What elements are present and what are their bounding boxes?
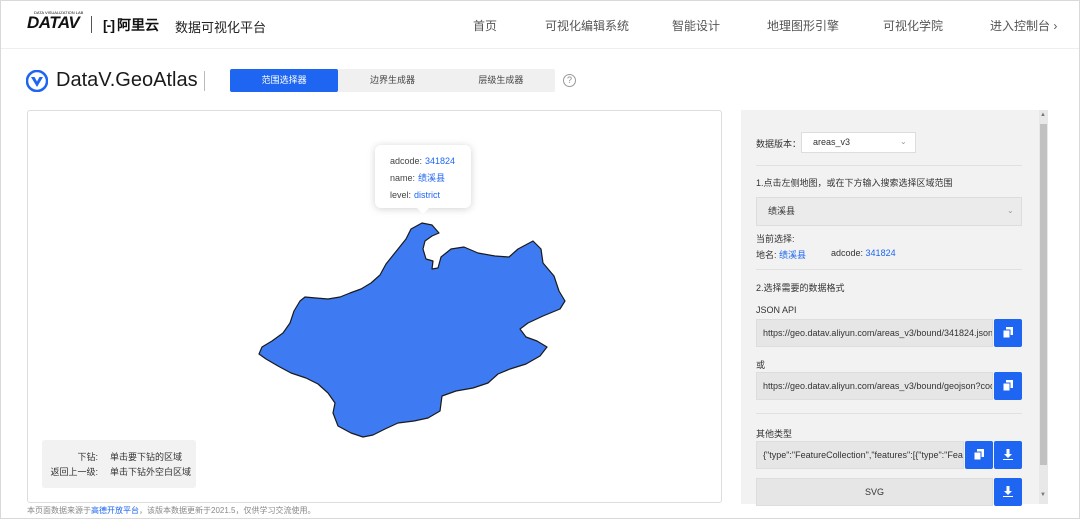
geojson-url-field[interactable]: https://geo.datav.aliyun.com/areas_v3/bo… <box>756 372 993 400</box>
page-frame: DATA VISUALIZATION LAB DATAV [-] 阿里云 数据可视… <box>0 0 1080 519</box>
logo-divider <box>91 16 92 33</box>
download-icon <box>1003 449 1013 460</box>
download-svg-button[interactable] <box>994 478 1022 506</box>
other-types-label: 其他类型 <box>756 429 793 439</box>
region-select-value: 绩溪县 <box>768 206 796 216</box>
version-select[interactable]: areas_v3 <box>801 132 916 153</box>
top-navbar: DATA VISUALIZATION LAB DATAV [-] 阿里云 数据可视… <box>1 1 1079 49</box>
scroll-down-icon[interactable]: ▼ <box>1040 492 1046 498</box>
copy-icon <box>1003 327 1013 338</box>
tooltip-name-key: name: <box>390 173 416 183</box>
copy-icon <box>1003 380 1013 391</box>
scroll-up-icon[interactable]: ▲ <box>1040 112 1046 118</box>
hint-drill-key: 下钻: <box>77 452 98 462</box>
tab-boundary-generator[interactable]: 边界生成器 <box>338 69 446 92</box>
version-label: 数据版本： <box>756 139 802 149</box>
map-panel[interactable]: adcode: 341824 name: 绩溪县 level: district 下钻… <box>27 110 722 503</box>
map-hint-box: 下钻: 单击要下钻的区域 返回上一级: 单击下钻外空白区域 <box>42 440 196 488</box>
panel-divider <box>756 165 1022 166</box>
hint-back-key: 返回上一级: <box>50 467 98 477</box>
region-jixi-county[interactable] <box>258 222 566 438</box>
footnote-suffix: ，该版本数据更新于2021.5，仅供学习交流使用。 <box>139 506 316 515</box>
copy-icon <box>974 449 984 460</box>
nav-smart-design[interactable]: 智能设计 <box>672 17 720 34</box>
copy-url-button[interactable] <box>994 319 1022 347</box>
version-select-value: areas_v3 <box>813 137 851 147</box>
copy-geojson-button[interactable] <box>965 441 993 469</box>
tool-tabs: 范围选择器 边界生成器 层级生成器 <box>230 69 555 92</box>
tooltip-adcode-value: 341824 <box>425 156 456 166</box>
footnote-prefix: 本页面数据来源于 <box>27 506 91 515</box>
brand-divider <box>204 71 205 91</box>
product-title: DataV.GeoAtlas <box>56 69 198 91</box>
data-source-note: 本页面数据来源于高德开放平台，该版本数据更新于2021.5，仅供学习交流使用。 <box>27 505 315 516</box>
tooltip-name-value: 绩溪县 <box>418 173 446 183</box>
scrollbar-thumb[interactable] <box>1040 124 1047 465</box>
tab-hierarchy-generator[interactable]: 层级生成器 <box>447 69 555 92</box>
panel-divider <box>756 269 1022 270</box>
download-geojson-button[interactable] <box>994 441 1022 469</box>
json-api-label: JSON API <box>756 305 797 315</box>
place-key: 地名: <box>756 250 777 260</box>
amap-link[interactable]: 高德开放平台 <box>91 506 139 515</box>
download-icon <box>1003 486 1013 497</box>
adcode-key: adcode: <box>831 248 864 258</box>
tooltip-level-value: district <box>414 190 441 200</box>
nav-academy[interactable]: 可视化学院 <box>883 17 943 34</box>
region-tooltip: adcode: 341824 name: 绩溪县 level: district <box>375 145 471 214</box>
nav-editor[interactable]: 可视化编辑系统 <box>545 17 629 34</box>
hint-drill-value: 单击要下钻的区域 <box>110 452 183 462</box>
adcode-value: 341824 <box>865 248 896 258</box>
geojson-preview-field[interactable]: {"type":"FeatureCollection","features":[… <box>756 441 964 469</box>
current-selection-label: 当前选择: <box>756 234 795 244</box>
step1-instruction: 1.点击左侧地图，或在下方输入搜索选择区域范围 <box>756 178 953 188</box>
tab-range-selector[interactable]: 范围选择器 <box>230 69 339 92</box>
tooltip-adcode-key: adcode: <box>390 156 423 166</box>
panel-divider <box>756 413 1022 414</box>
current-place: 地名: 绩溪县 <box>756 248 806 261</box>
geoatlas-logo-icon <box>26 70 48 92</box>
aliyun-logo[interactable]: [-] 阿里云 <box>103 15 159 35</box>
nav-console[interactable]: 进入控制台 › <box>990 17 1057 34</box>
step2-instruction: 2.选择需要的数据格式 <box>756 283 845 293</box>
json-api-url-field[interactable]: https://geo.datav.aliyun.com/areas_v3/bo… <box>756 319 993 347</box>
place-value: 绩溪县 <box>779 250 807 260</box>
chevron-down-icon: ⌄ <box>1007 206 1014 215</box>
copy-geojson-url-button[interactable] <box>994 372 1022 400</box>
current-adcode: adcode: 341824 <box>831 248 896 258</box>
help-icon[interactable]: ? <box>563 74 576 87</box>
tooltip-level-key: level: <box>390 190 412 200</box>
aliyun-logo-text: 阿里云 <box>117 17 159 33</box>
nav-geo-engine[interactable]: 地理图形引擎 <box>767 17 839 34</box>
hint-back-value: 单击下钻外空白区域 <box>110 467 192 477</box>
or-label: 或 <box>756 360 766 370</box>
platform-title: 数据可视化平台 <box>175 20 267 35</box>
datav-logo[interactable]: DATAV <box>27 13 80 33</box>
nav-home[interactable]: 首页 <box>473 17 497 34</box>
region-search-select[interactable]: 绩溪县 <box>756 197 1022 226</box>
aliyun-bracket-icon: [-] <box>103 17 115 33</box>
svg-format-button[interactable]: SVG <box>756 478 993 506</box>
chevron-down-icon: ⌄ <box>900 137 907 146</box>
